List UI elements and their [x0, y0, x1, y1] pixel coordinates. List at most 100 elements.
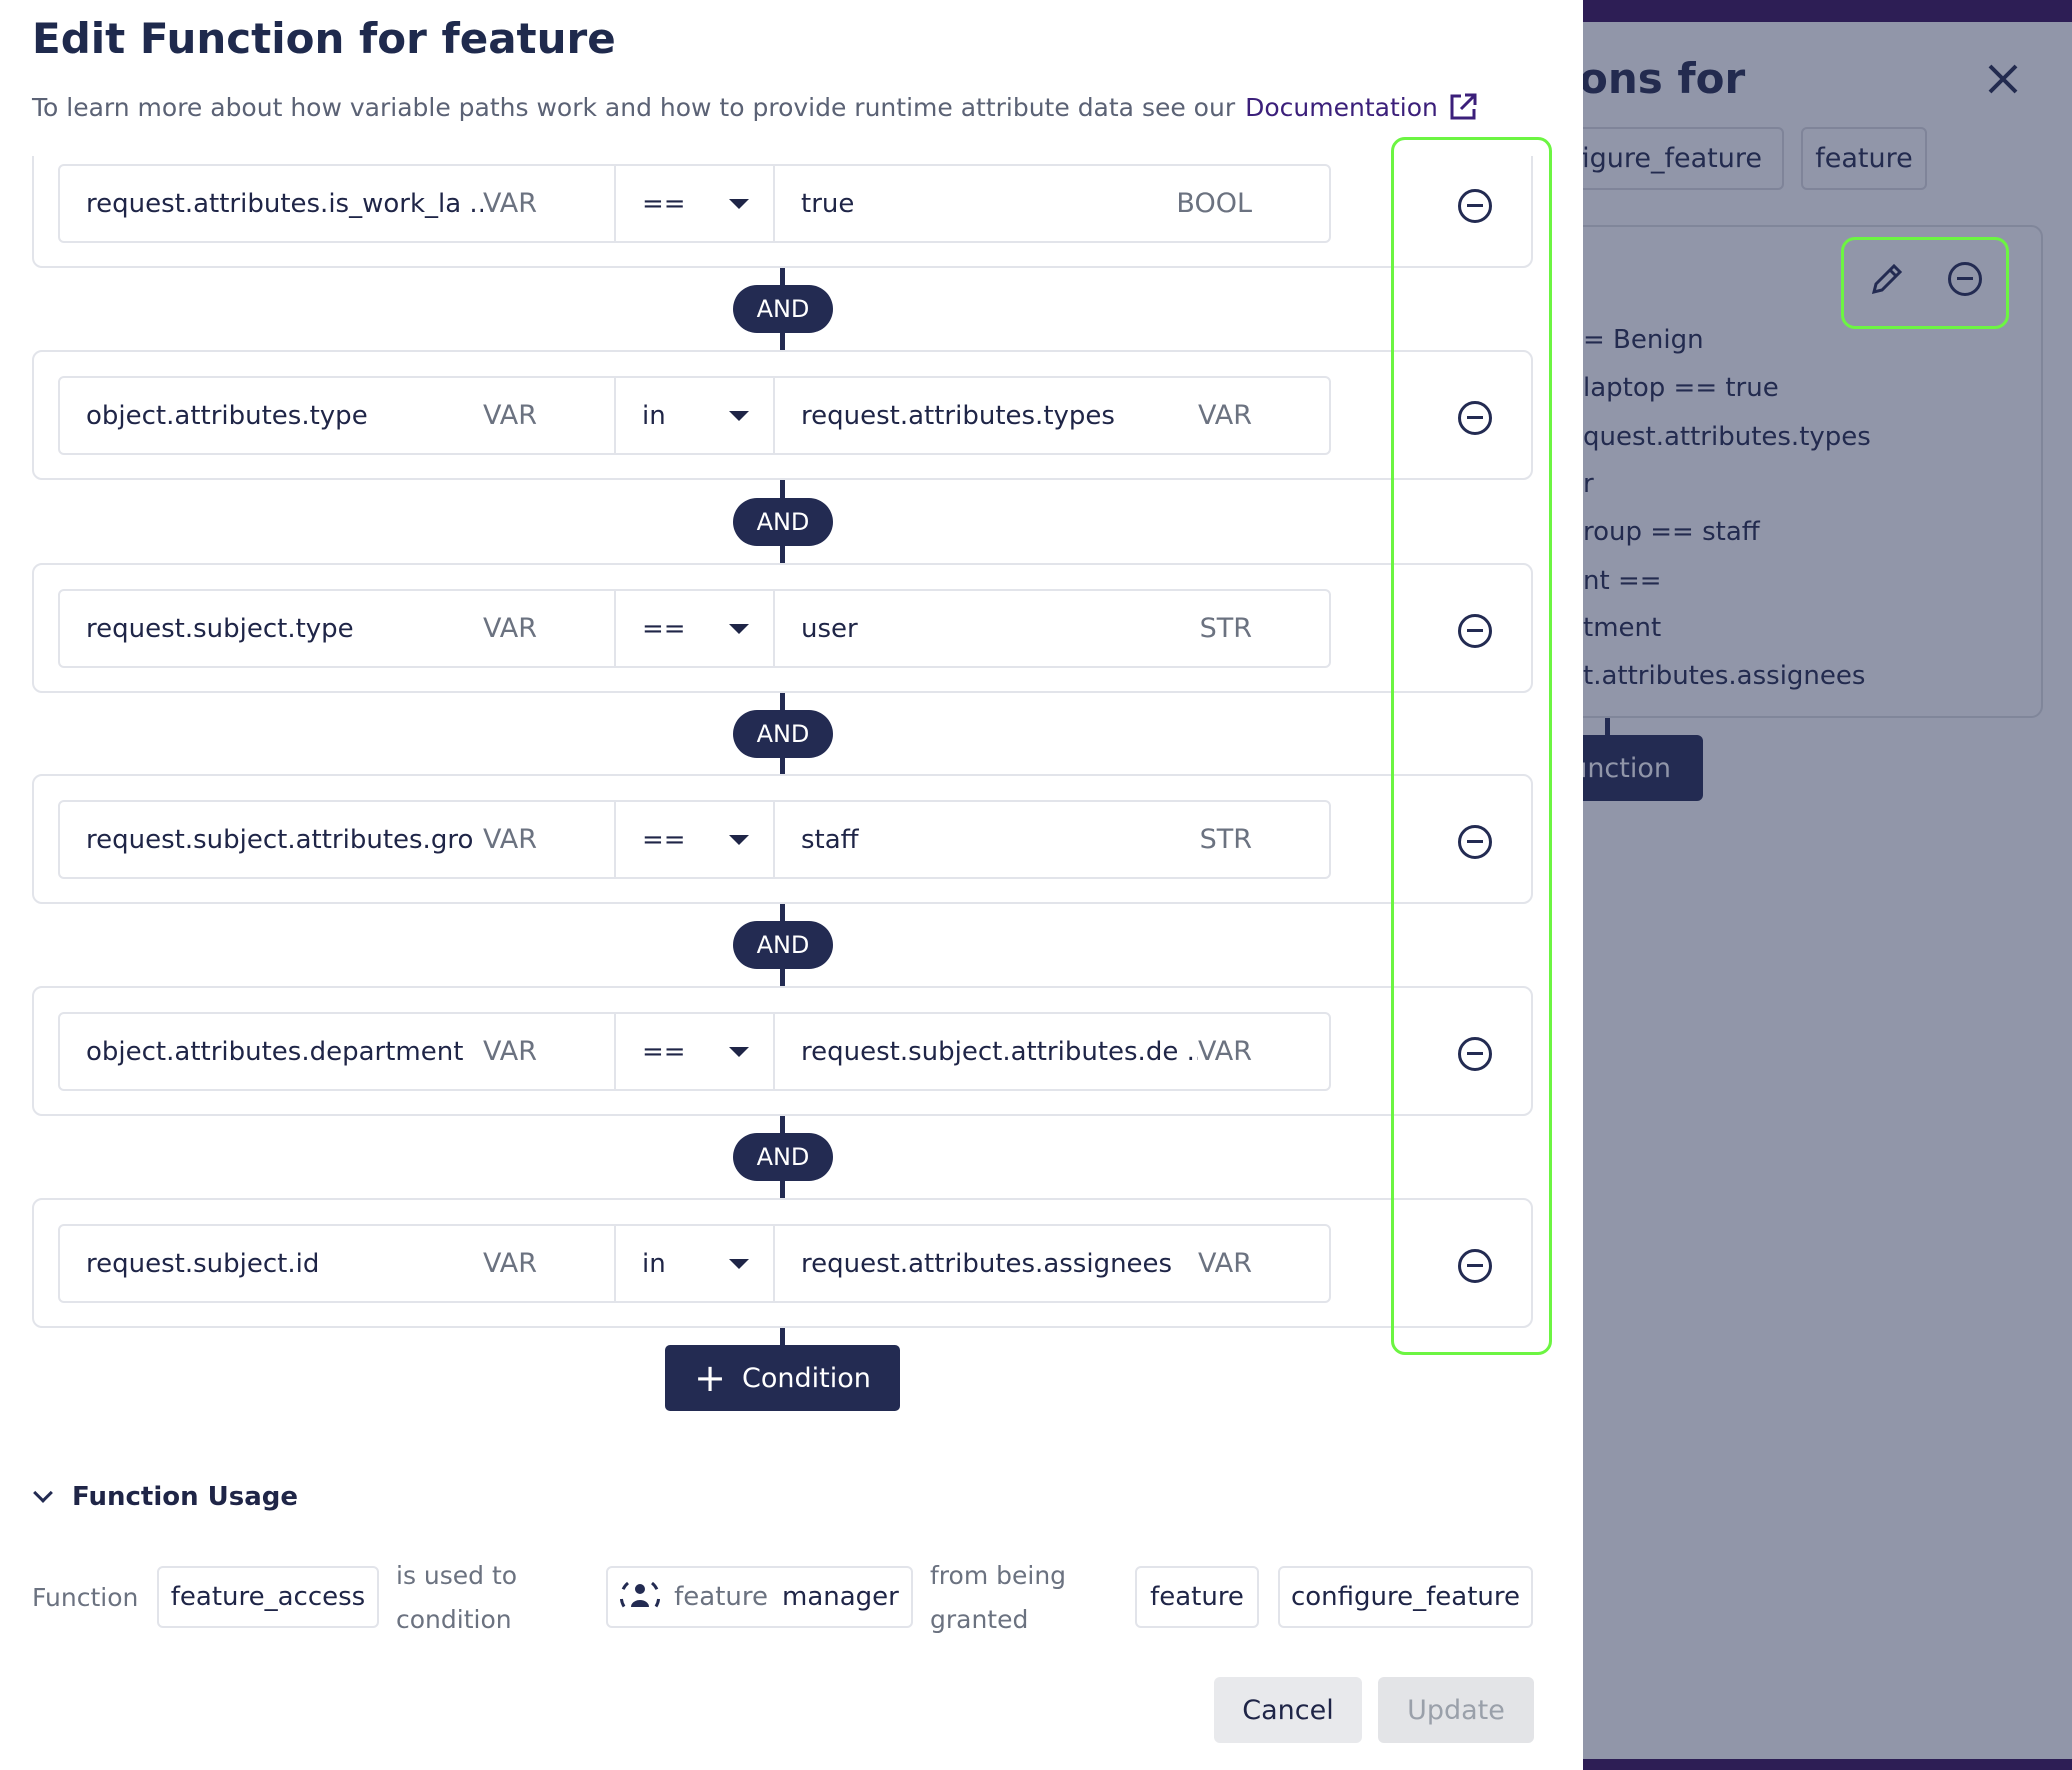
right-operand-field[interactable]: request.subject.attributes.de ... VAR: [773, 1012, 1331, 1091]
add-condition-button[interactable]: + Condition: [665, 1345, 900, 1411]
and-connector: AND: [733, 921, 833, 969]
role-name: manager: [782, 1582, 899, 1612]
operator-select[interactable]: ==: [614, 164, 775, 243]
caret-down-icon: [729, 198, 749, 209]
background-condition-line: nt ==: [1583, 566, 1662, 596]
right-operand-value: true: [801, 188, 855, 219]
left-operand-type: VAR: [483, 613, 537, 644]
caret-down-icon: [729, 834, 749, 845]
left-operand-type: VAR: [483, 188, 537, 219]
right-operand-field[interactable]: request.attributes.assignees VAR: [773, 1224, 1331, 1303]
card-actions-highlight: [1841, 237, 2009, 329]
operator-select[interactable]: in: [614, 1224, 775, 1303]
dialog-title: Edit Function for feature: [32, 14, 616, 63]
operator-value: ==: [642, 824, 686, 855]
left-operand-field[interactable]: request.attributes.is_work_la ... VAR: [58, 164, 616, 243]
background-chip-resource: feature: [1801, 127, 1927, 190]
and-connector: AND: [733, 709, 833, 758]
function-usage-toggle[interactable]: Function Usage: [33, 1482, 299, 1512]
right-operand-field[interactable]: true BOOL: [773, 164, 1331, 243]
conditions-list[interactable]: request.attributes.is_work_la ... VAR == tr…: [0, 156, 1583, 1440]
chevron-down-icon: [33, 1483, 53, 1503]
function-label: Function: [32, 1583, 139, 1612]
condition-row: object.attributes.department VAR == request…: [32, 986, 1533, 1116]
operator-value: in: [642, 1248, 666, 1279]
right-operand-type: VAR: [1198, 1036, 1252, 1067]
left-operand-field[interactable]: request.subject.attributes.gro ... VAR: [58, 800, 616, 879]
connector-line: [1605, 718, 1610, 736]
used-to-text-1: is used to: [396, 1561, 518, 1590]
background-condition-line: roup == staff: [1583, 517, 1760, 547]
left-operand-value: request.subject.type: [86, 613, 354, 644]
remove-buttons-highlight: [1391, 137, 1552, 1355]
top-bar: [1583, 0, 2072, 22]
operator-value: ==: [642, 188, 686, 219]
background-condition-line: tment: [1583, 613, 1662, 643]
background-chip-action: nfigure_feature: [1583, 127, 1784, 190]
left-operand-field[interactable]: object.attributes.type VAR: [58, 376, 616, 455]
left-operand-value: request.subject.attributes.gro ...: [86, 824, 484, 855]
condition-row: object.attributes.type VAR in request.attri…: [32, 350, 1533, 480]
role-icon: [620, 1581, 661, 1613]
add-function-button[interactable]: unction: [1583, 735, 1703, 801]
caret-down-icon: [729, 1258, 749, 1269]
right-operand-type: STR: [1199, 824, 1252, 855]
condition-row: request.subject.type VAR == user STR: [32, 563, 1533, 693]
left-operand-value: object.attributes.department: [86, 1036, 464, 1067]
close-icon[interactable]: [1987, 63, 2019, 95]
operator-select[interactable]: ==: [614, 1012, 775, 1091]
right-operand-type: VAR: [1198, 400, 1252, 431]
from-being-text-2: granted: [930, 1605, 1029, 1634]
operator-value: ==: [642, 1036, 686, 1067]
update-button[interactable]: Update: [1378, 1677, 1534, 1743]
caret-down-icon: [729, 410, 749, 421]
background-title: ons for: [1583, 54, 1746, 103]
remove-function-icon[interactable]: [1948, 262, 1982, 296]
background-condition-line: = Benign: [1583, 325, 1704, 355]
dialog-subtitle: To learn more about how variable paths w…: [32, 92, 1478, 122]
left-operand-field[interactable]: request.subject.id VAR: [58, 1224, 616, 1303]
plus-icon: +: [694, 1356, 726, 1400]
condition-row: request.subject.id VAR in request.attribute…: [32, 1198, 1533, 1328]
right-operand-type: STR: [1199, 613, 1252, 644]
left-operand-value: request.attributes.is_work_la ...: [86, 188, 484, 219]
left-operand-field[interactable]: object.attributes.department VAR: [58, 1012, 616, 1091]
left-operand-type: VAR: [483, 1248, 537, 1279]
add-condition-label: Condition: [742, 1362, 871, 1394]
right-operand-field[interactable]: user STR: [773, 589, 1331, 668]
operator-value: ==: [642, 613, 686, 644]
pencil-icon[interactable]: [1870, 262, 1904, 296]
left-operand-type: VAR: [483, 400, 537, 431]
left-operand-value: request.subject.id: [86, 1248, 320, 1279]
documentation-link[interactable]: Documentation: [1245, 93, 1438, 122]
right-operand-value: user: [801, 613, 858, 644]
external-link-icon[interactable]: [1448, 92, 1478, 122]
function-usage-heading: Function Usage: [72, 1482, 299, 1512]
background-condition-line: quest.attributes.types: [1583, 422, 1871, 452]
caret-down-icon: [729, 1046, 749, 1057]
right-operand-field[interactable]: staff STR: [773, 800, 1331, 879]
right-operand-value: staff: [801, 824, 859, 855]
operator-select[interactable]: ==: [614, 589, 775, 668]
action-chip: configure_feature: [1278, 1566, 1533, 1628]
condition-row: request.attributes.is_work_la ... VAR == tr…: [32, 156, 1533, 268]
operator-select[interactable]: ==: [614, 800, 775, 879]
role-chip: feature manager: [606, 1566, 913, 1628]
right-operand-field[interactable]: request.attributes.types VAR: [773, 376, 1331, 455]
and-connector: AND: [733, 1133, 833, 1181]
and-connector: AND: [733, 497, 833, 546]
operator-select[interactable]: in: [614, 376, 775, 455]
cancel-button[interactable]: Cancel: [1214, 1677, 1362, 1743]
connector-line: [780, 1328, 785, 1345]
right-operand-value: request.attributes.types: [801, 400, 1115, 431]
left-operand-value: object.attributes.type: [86, 400, 368, 431]
right-operand-type: VAR: [1198, 1248, 1252, 1279]
bottom-bar: [1583, 1759, 2072, 1770]
background-condition-line: r: [1583, 469, 1594, 499]
caret-down-icon: [729, 623, 749, 634]
edit-function-dialog: Edit Function for feature To learn more …: [0, 0, 1583, 1770]
from-being-text-1: from being: [930, 1561, 1067, 1590]
left-operand-field[interactable]: request.subject.type VAR: [58, 589, 616, 668]
role-prefix: feature: [674, 1582, 768, 1612]
used-to-text-2: condition: [396, 1605, 512, 1634]
